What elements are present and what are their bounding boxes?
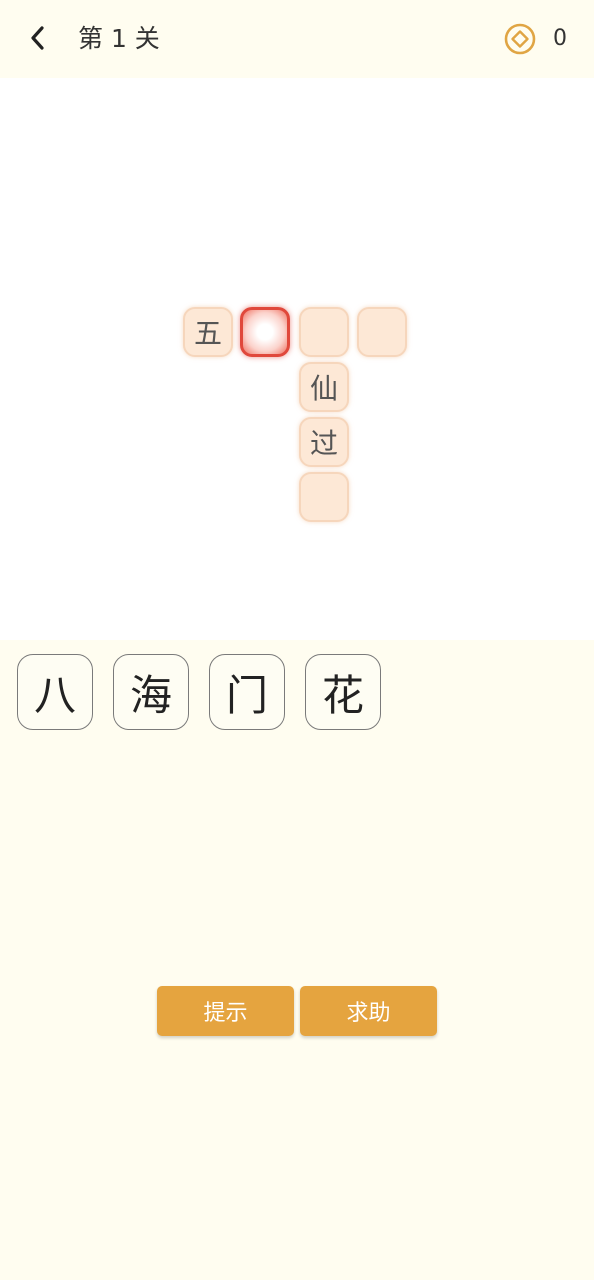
back-button[interactable] [18,18,58,58]
board-cell[interactable] [299,307,349,357]
coin-icon [504,23,536,55]
chevron-left-icon [31,26,44,50]
board-cell[interactable] [299,472,349,522]
candidate-char[interactable]: 门 [209,654,285,730]
board-cell[interactable] [357,307,407,357]
candidate-char[interactable]: 海 [113,654,189,730]
level-title: 第 1 关 [78,24,160,53]
top-bar: 第 1 关 0 [0,0,594,78]
board-cell[interactable]: 过 [299,417,349,467]
board-cell[interactable]: 五 [183,307,233,357]
hint-button[interactable]: 提示 [157,986,294,1036]
board-cell[interactable]: 仙 [299,362,349,412]
puzzle-board: 五 仙 过 [0,78,594,640]
help-button[interactable]: 求助 [300,986,437,1036]
candidate-char[interactable]: 花 [305,654,381,730]
board-cell-selected[interactable] [240,307,290,357]
coin-count: 0 [553,26,567,51]
candidate-char[interactable]: 八 [17,654,93,730]
